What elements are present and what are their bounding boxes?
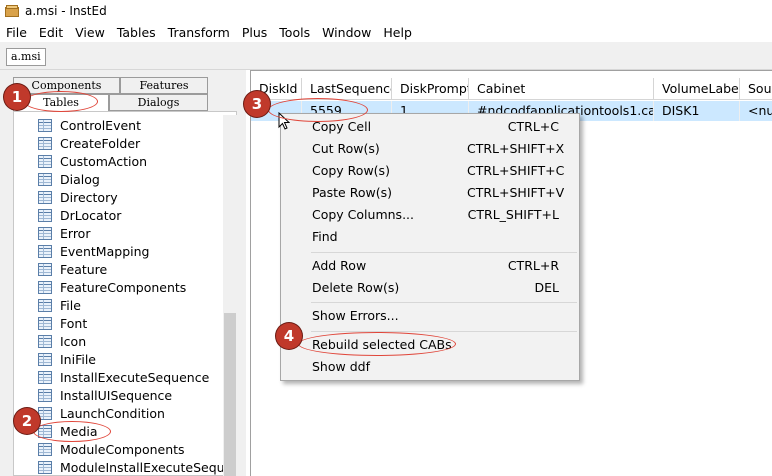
- table-icon: [38, 208, 52, 222]
- menu-item-add-row[interactable]: Add Row CTRL+R: [281, 255, 579, 277]
- table-icon: [38, 298, 52, 312]
- table-icon: [38, 442, 52, 456]
- list-item[interactable]: Dialog: [38, 170, 100, 188]
- menu-window[interactable]: Window: [317, 25, 376, 40]
- step-badge-2: 2: [14, 408, 40, 434]
- menu-transform[interactable]: Transform: [163, 25, 235, 40]
- table-icon: [38, 136, 52, 150]
- table-icon: [38, 262, 52, 276]
- list-item[interactable]: CustomAction: [38, 152, 147, 170]
- column-header-lastsequence[interactable]: LastSequence: [302, 78, 392, 100]
- menu-item-cut-rows[interactable]: Cut Row(s) CTRL+SHIFT+X: [281, 138, 579, 160]
- column-header-volumelabel[interactable]: VolumeLabel: [654, 78, 740, 100]
- window-title: a.msi - InstEd: [25, 4, 107, 18]
- table-icon: [38, 280, 52, 294]
- menu-item-show-ddf[interactable]: Show ddf: [281, 356, 579, 378]
- cell-volumelabel[interactable]: DISK1: [654, 101, 740, 121]
- table-icon: [38, 334, 52, 348]
- list-item[interactable]: Icon: [38, 332, 86, 350]
- list-item[interactable]: ModuleInstallExecuteSequen: [38, 458, 236, 475]
- document-tab[interactable]: a.msi: [6, 48, 46, 66]
- tab-dialogs[interactable]: Dialogs: [109, 94, 208, 111]
- list-item[interactable]: Feature: [38, 260, 107, 278]
- list-item[interactable]: InstallExecuteSequence: [38, 368, 209, 386]
- list-item[interactable]: IniFile: [38, 350, 96, 368]
- list-item[interactable]: Error: [38, 224, 90, 242]
- menu-separator: [311, 302, 577, 303]
- list-item[interactable]: DrLocator: [38, 206, 121, 224]
- table-icon: [38, 316, 52, 330]
- menu-plus[interactable]: Plus: [237, 25, 272, 40]
- table-list-scrollbar[interactable]: [223, 115, 237, 476]
- menu-edit[interactable]: Edit: [34, 25, 68, 40]
- menu-file[interactable]: File: [0, 25, 32, 40]
- list-item[interactable]: ModuleComponents: [38, 440, 185, 458]
- list-item[interactable]: LaunchCondition: [38, 404, 165, 422]
- tab-features[interactable]: Features: [120, 77, 208, 94]
- menu-help[interactable]: Help: [378, 25, 417, 40]
- table-icon: [38, 118, 52, 132]
- list-item[interactable]: Directory: [38, 188, 118, 206]
- menu-tools[interactable]: Tools: [274, 25, 315, 40]
- table-icon: [38, 190, 52, 204]
- highlight-ellipse-rebuild: [298, 332, 456, 356]
- highlight-ellipse-row: [268, 98, 368, 122]
- step-badge-4: 4: [276, 323, 302, 349]
- column-header-source[interactable]: Sour: [740, 78, 772, 100]
- table-icon: [38, 154, 52, 168]
- step-badge-3: 3: [244, 91, 270, 117]
- list-item[interactable]: CreateFolder: [38, 134, 140, 152]
- menu-view[interactable]: View: [70, 25, 110, 40]
- list-item[interactable]: Font: [38, 314, 87, 332]
- table-icon: [38, 370, 52, 384]
- table-icon: [38, 406, 52, 420]
- list-item[interactable]: ControlEvent: [38, 116, 141, 134]
- table-icon: [38, 226, 52, 240]
- highlight-ellipse-tables: [24, 91, 98, 112]
- table-icon: [38, 352, 52, 366]
- menu-item-find[interactable]: Find: [281, 226, 579, 248]
- menu-item-delete-rows[interactable]: Delete Row(s) DEL: [281, 277, 579, 299]
- list-item[interactable]: FeatureComponents: [38, 278, 186, 296]
- table-list: ControlEvent CreateFolder CustomAction D…: [13, 111, 237, 476]
- menu-tables[interactable]: Tables: [112, 25, 161, 40]
- list-item[interactable]: EventMapping: [38, 242, 149, 260]
- box-icon: [5, 5, 19, 17]
- menu-item-paste-rows[interactable]: Paste Row(s) CTRL+SHIFT+V: [281, 182, 579, 204]
- column-header-diskprompt[interactable]: DiskPrompt: [392, 78, 469, 100]
- menu-bar: File Edit View Tables Transform Plus Too…: [0, 22, 772, 42]
- cell-source[interactable]: <nul: [740, 101, 772, 121]
- menu-item-copy-columns[interactable]: Copy Columns... CTRL_SHIFT+L: [281, 204, 579, 226]
- menu-item-show-errors[interactable]: Show Errors...: [281, 305, 579, 327]
- list-item[interactable]: File: [38, 296, 81, 314]
- column-header-cabinet[interactable]: Cabinet: [469, 78, 654, 100]
- highlight-ellipse-media: [33, 421, 111, 442]
- table-icon: [38, 388, 52, 402]
- table-icon: [38, 244, 52, 258]
- document-tab-strip: a.msi: [0, 42, 772, 70]
- table-icon: [38, 172, 52, 186]
- step-badge-1: 1: [4, 84, 30, 110]
- menu-separator: [311, 252, 577, 253]
- title-bar: a.msi - InstEd: [0, 0, 772, 22]
- list-item[interactable]: InstallUISequence: [38, 386, 172, 404]
- grid-header: DiskId LastSequence DiskPrompt Cabinet V…: [251, 78, 772, 100]
- menu-item-copy-rows[interactable]: Copy Row(s) CTRL+SHIFT+C: [281, 160, 579, 182]
- table-icon: [38, 460, 52, 474]
- scroll-thumb[interactable]: [224, 313, 236, 476]
